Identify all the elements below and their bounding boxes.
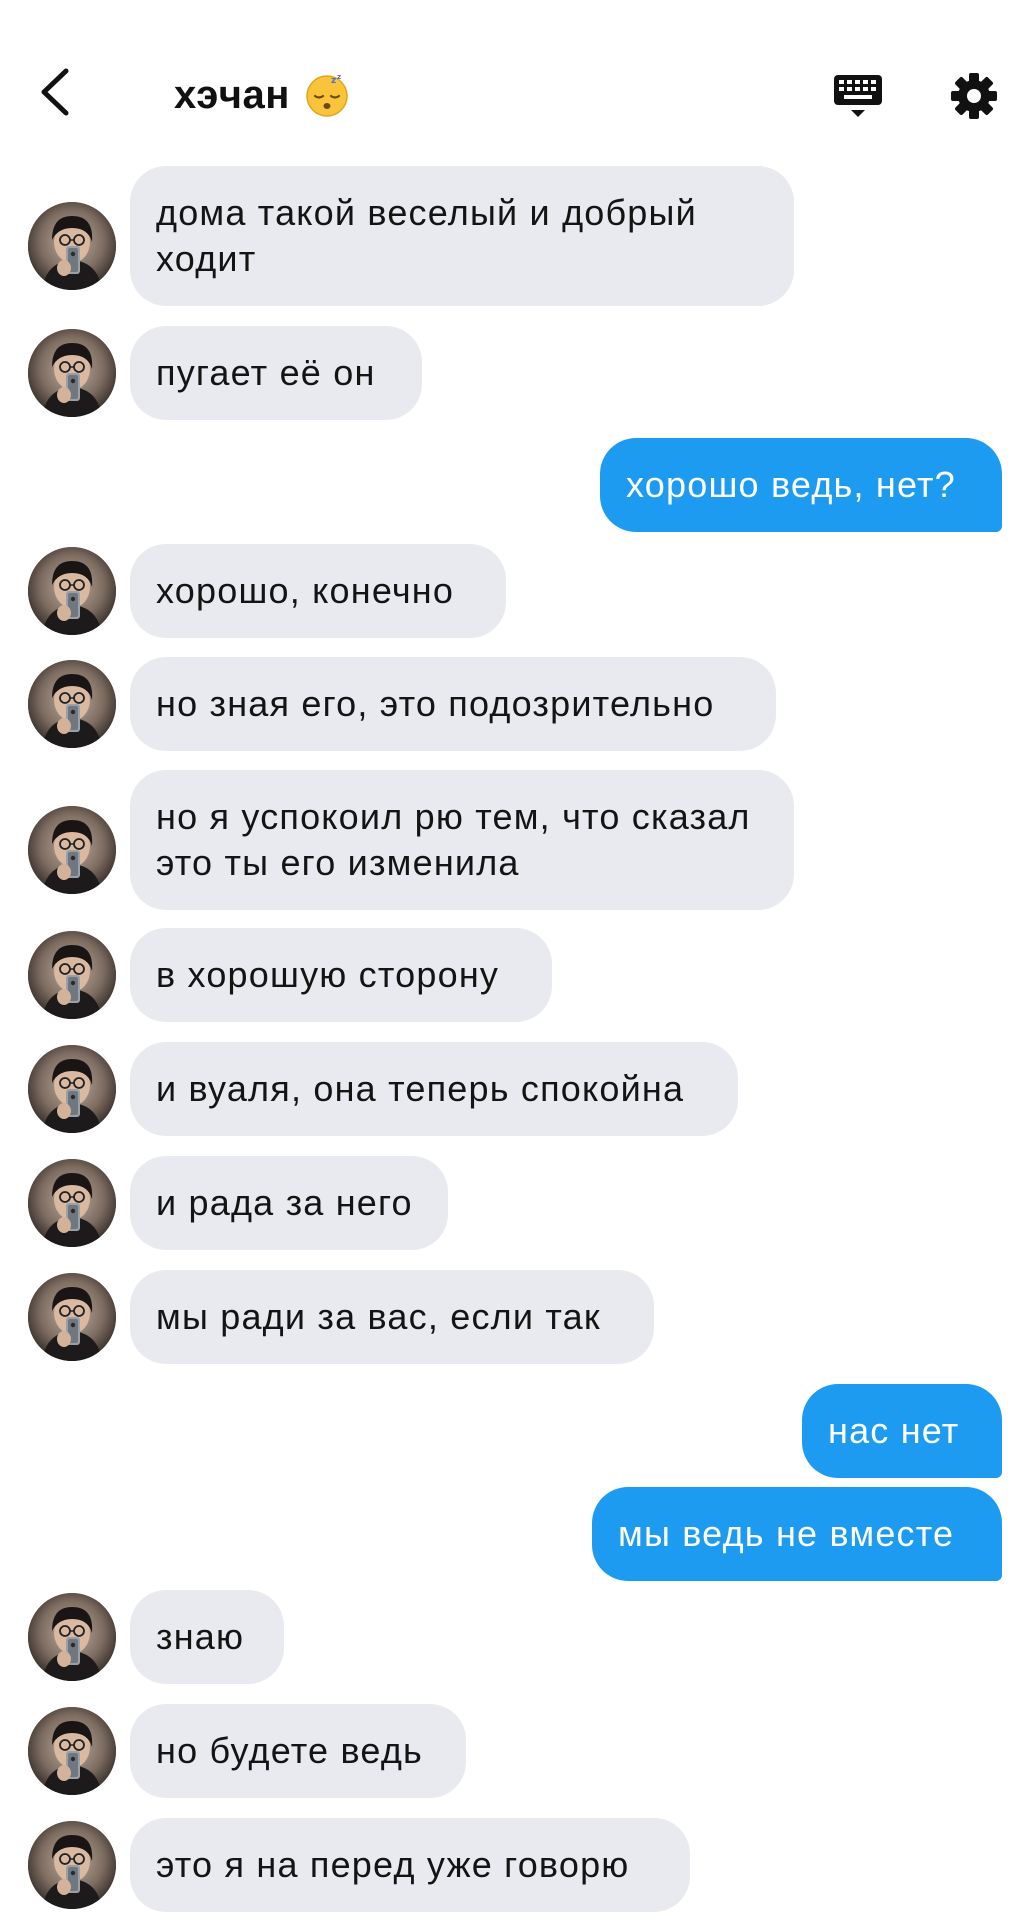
avatar[interactable]: [28, 1159, 116, 1247]
incoming-message-row: в хорошую сторону: [0, 928, 1032, 1022]
incoming-message-row: но зная его, это подозрительно: [0, 657, 1032, 751]
avatar[interactable]: [28, 806, 116, 894]
avatar[interactable]: [28, 1593, 116, 1681]
incoming-message-bubble[interactable]: дома такой веселый и добрый ходит: [130, 166, 794, 306]
incoming-message-bubble[interactable]: хорошо, конечно: [130, 544, 506, 638]
incoming-message-row: пугает её он: [0, 326, 1032, 420]
incoming-message-bubble[interactable]: но будете ведь: [130, 1704, 466, 1798]
incoming-message-bubble[interactable]: и вуаля, она теперь спокойна: [130, 1042, 738, 1136]
incoming-message-row: и рада за него: [0, 1156, 1032, 1250]
outgoing-message-bubble[interactable]: хорошо ведь, нет?: [600, 438, 1002, 532]
avatar[interactable]: [28, 547, 116, 635]
incoming-message-row: дома такой веселый и добрый ходит: [0, 166, 1032, 306]
avatar[interactable]: [28, 1273, 116, 1361]
incoming-message-bubble[interactable]: но я успокоил рю тем, что сказал это ты …: [130, 770, 794, 910]
incoming-message-row: мы ради за вас, если так: [0, 1270, 1032, 1364]
incoming-message-row: хорошо, конечно: [0, 544, 1032, 638]
avatar[interactable]: [28, 329, 116, 417]
incoming-message-bubble[interactable]: но зная его, это подозрительно: [130, 657, 776, 751]
outgoing-message-bubble[interactable]: нас нет: [802, 1384, 1002, 1478]
outgoing-message-row: нас нет: [0, 1384, 1032, 1478]
avatar[interactable]: [28, 1707, 116, 1795]
outgoing-message-bubble[interactable]: мы ведь не вместе: [592, 1487, 1002, 1581]
incoming-message-bubble[interactable]: в хорошую сторону: [130, 928, 552, 1022]
incoming-message-bubble[interactable]: пугает её он: [130, 326, 422, 420]
avatar[interactable]: [28, 1045, 116, 1133]
avatar[interactable]: [28, 1821, 116, 1909]
incoming-message-bubble[interactable]: это я на перед уже говорю: [130, 1818, 690, 1912]
outgoing-message-row: мы ведь не вместе: [0, 1487, 1032, 1581]
avatar[interactable]: [28, 931, 116, 1019]
incoming-message-bubble[interactable]: мы ради за вас, если так: [130, 1270, 654, 1364]
avatar[interactable]: [28, 660, 116, 748]
incoming-message-bubble[interactable]: и рада за него: [130, 1156, 448, 1250]
incoming-message-bubble[interactable]: знаю: [130, 1590, 284, 1684]
incoming-message-row: но я успокоил рю тем, что сказал это ты …: [0, 770, 1032, 910]
message-list[interactable]: дома такой веселый и добрый ходит пугает…: [0, 0, 1032, 1920]
incoming-message-row: это я на перед уже говорю: [0, 1818, 1032, 1912]
incoming-message-row: но будете ведь: [0, 1704, 1032, 1798]
incoming-message-row: знаю: [0, 1590, 1032, 1684]
outgoing-message-row: хорошо ведь, нет?: [0, 438, 1032, 532]
avatar[interactable]: [28, 202, 116, 290]
incoming-message-row: и вуаля, она теперь спокойна: [0, 1042, 1032, 1136]
